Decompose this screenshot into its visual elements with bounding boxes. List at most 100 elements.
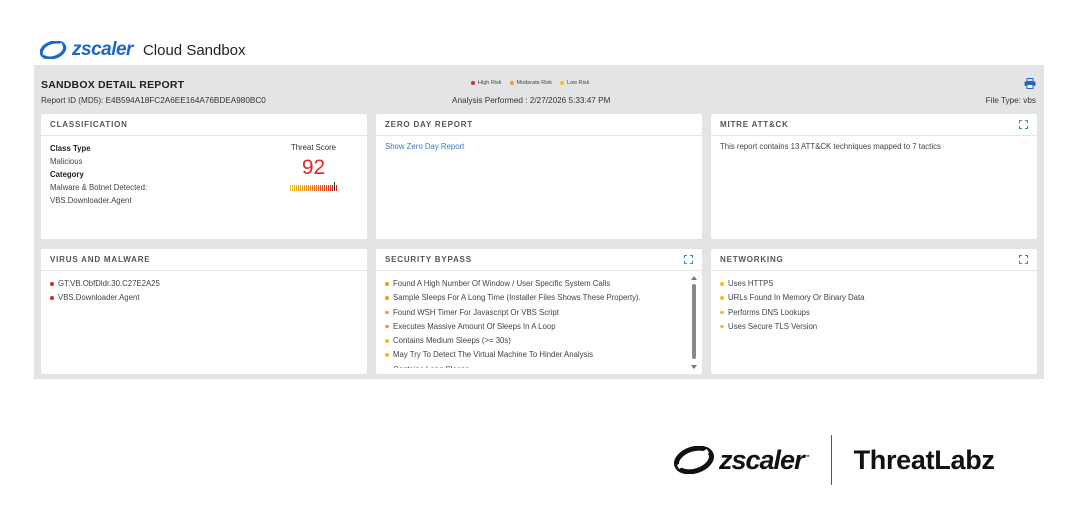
- card-title: ZERO DAY REPORT: [385, 120, 474, 129]
- legend-low-risk: Low Risk: [560, 80, 589, 86]
- security-bypass-card: SECURITY BYPASS Found A High Number Of W…: [376, 249, 702, 374]
- list-item: Uses Secure TLS Version: [720, 320, 1028, 334]
- threat-score-value: 92: [301, 156, 326, 179]
- score-tick: [322, 185, 323, 191]
- risk-dot-icon: [50, 296, 54, 300]
- footer-brand: zscaler: [719, 444, 805, 475]
- print-icon[interactable]: [1024, 78, 1036, 89]
- trademark: ™: [803, 454, 810, 461]
- classification-card: CLASSIFICATION Class Type Malicious Cate…: [41, 114, 367, 239]
- list-item-text: Contains Medium Sleeps (>= 30s): [393, 336, 511, 346]
- score-tick: [300, 185, 301, 191]
- score-tick: [336, 185, 337, 191]
- card-title: VIRUS AND MALWARE: [50, 255, 151, 264]
- scrollbar[interactable]: [691, 276, 697, 369]
- zero-day-card: ZERO DAY REPORT Show Zero Day Report: [376, 114, 702, 239]
- legend-high-risk: High Risk: [471, 80, 502, 86]
- risk-dot-icon: [720, 324, 724, 329]
- score-tick: [330, 185, 331, 191]
- score-tick: [302, 185, 303, 191]
- list-item-text: Uses HTTPS: [728, 279, 774, 288]
- score-tick: [312, 185, 313, 191]
- score-tick: [310, 185, 311, 191]
- card-title: SECURITY BYPASS: [385, 255, 472, 264]
- score-tick: [326, 185, 327, 191]
- expand-icon[interactable]: [1019, 120, 1028, 129]
- low-risk-dot-icon: [560, 81, 565, 85]
- zscaler-mark-icon: [674, 446, 714, 474]
- score-tick: [304, 185, 305, 191]
- scrollbar-thumb[interactable]: [692, 284, 696, 359]
- virus-list: GT:VB.ObfDldr.30.C27E2A25 VBS.Downloader.…: [50, 277, 358, 306]
- mitre-summary: This report contains 13 ATT&CK technique…: [720, 142, 941, 151]
- list-item-text: Executes Massive Amount Of Sleeps In A L…: [393, 321, 556, 331]
- list-item-text: Contains Long Sleeps: [393, 365, 469, 368]
- score-tick: [324, 185, 325, 191]
- scroll-up-arrow-icon[interactable]: [691, 276, 697, 280]
- score-tick: [290, 185, 291, 191]
- brand-name: zscaler: [72, 39, 133, 60]
- score-tick: [316, 185, 317, 191]
- networking-card: NETWORKING Uses HTTPS URLs Found In Memor…: [711, 249, 1037, 374]
- card-title: NETWORKING: [720, 255, 784, 264]
- risk-dot-icon: [385, 353, 389, 357]
- high-risk-dot-icon: [471, 81, 475, 85]
- expand-icon[interactable]: [684, 255, 693, 264]
- list-item-text: Found A High Number Of Window / User Spe…: [393, 279, 611, 288]
- footer-divider: [830, 435, 832, 485]
- list-item-text: GT:VB.ObfDldr.30.C27E2A25: [58, 279, 160, 288]
- security-bypass-list: Found A High Number Of Window / User Spe…: [385, 277, 693, 368]
- virus-malware-card: VIRUS AND MALWARE GT:VB.ObfDldr.30.C27E2…: [41, 249, 367, 374]
- show-zero-day-report-link[interactable]: Show Zero Day Report: [385, 142, 464, 151]
- product-name: Cloud Sandbox: [142, 41, 246, 59]
- expand-icon[interactable]: [1019, 255, 1028, 264]
- list-item: Executes Massive Amount Of Sleeps In A L…: [385, 320, 693, 334]
- risk-dot-icon: [720, 282, 724, 286]
- threatlabz-logo: ThreatLabz: [853, 444, 995, 475]
- zscaler-logo-icon: [40, 41, 70, 59]
- score-tick: [306, 185, 307, 191]
- score-tick: [298, 185, 299, 191]
- score-tick: [334, 182, 335, 191]
- risk-dot-icon: [50, 282, 54, 286]
- risk-legend: High Risk Moderate Risk Low Risk: [471, 80, 589, 86]
- threat-score-box: Threat Score 92: [290, 143, 337, 191]
- list-item: GT:VB.ObfDldr.30.C27E2A25: [50, 277, 358, 291]
- security-bypass-scroll[interactable]: Found A High Number Of Window / User Spe…: [376, 271, 702, 368]
- score-tick: [294, 185, 295, 191]
- list-item: Contains Long Sleeps: [385, 363, 693, 368]
- footer-logos: zscaler™ ThreatLabz: [674, 435, 995, 485]
- list-item: Found A High Number Of Window / User Spe…: [385, 277, 693, 291]
- list-item-text: URLs Found In Memory Or Binary Data: [728, 293, 865, 303]
- risk-dot-icon: [720, 296, 724, 300]
- list-item-text: May Try To Detect The Virtual Machine To…: [393, 350, 594, 360]
- file-type: File Type: vbs: [985, 96, 1036, 105]
- list-item: Uses HTTPS: [720, 277, 1028, 291]
- score-tick: [292, 185, 293, 191]
- report-header: SANDBOX DETAIL REPORT Report ID (MD5): E…: [34, 65, 1044, 110]
- threat-score-label: Threat Score: [290, 143, 337, 152]
- analysis-timestamp: Analysis Performed : 2/27/2026 5:33:47 P…: [452, 96, 611, 105]
- list-item: Contains Medium Sleeps (>= 30s): [385, 334, 693, 348]
- risk-dot-icon: [385, 339, 389, 343]
- list-item-text: Sample Sleeps For A Long Time (Installer…: [393, 293, 641, 303]
- scroll-down-arrow-icon[interactable]: [691, 365, 697, 369]
- legend-moderate-risk: Moderate Risk: [509, 80, 552, 86]
- list-item: VBS.Downloader.Agent: [50, 291, 358, 305]
- risk-dot-icon: [385, 324, 389, 329]
- score-tick: [314, 185, 315, 191]
- list-item: Sample Sleeps For A Long Time (Installer…: [385, 291, 693, 305]
- risk-dot-icon: [385, 310, 389, 315]
- list-item: May Try To Detect The Virtual Machine To…: [385, 348, 693, 362]
- card-title: MITRE ATT&CK: [720, 120, 789, 129]
- card-title: CLASSIFICATION: [50, 120, 128, 129]
- score-tick: [308, 185, 309, 191]
- score-tick: [318, 185, 319, 191]
- list-item-text: Found WSH Timer For Javascript Or VBS Sc…: [393, 307, 559, 317]
- report-id: Report ID (MD5): E4B594A18FC2A6EE164A76B…: [41, 96, 266, 105]
- list-item: Found WSH Timer For Javascript Or VBS Sc…: [385, 306, 693, 320]
- score-tick: [332, 185, 333, 191]
- risk-dot-icon: [385, 296, 389, 300]
- list-item: Performs DNS Lookups: [720, 306, 1028, 320]
- score-tick: [328, 185, 329, 191]
